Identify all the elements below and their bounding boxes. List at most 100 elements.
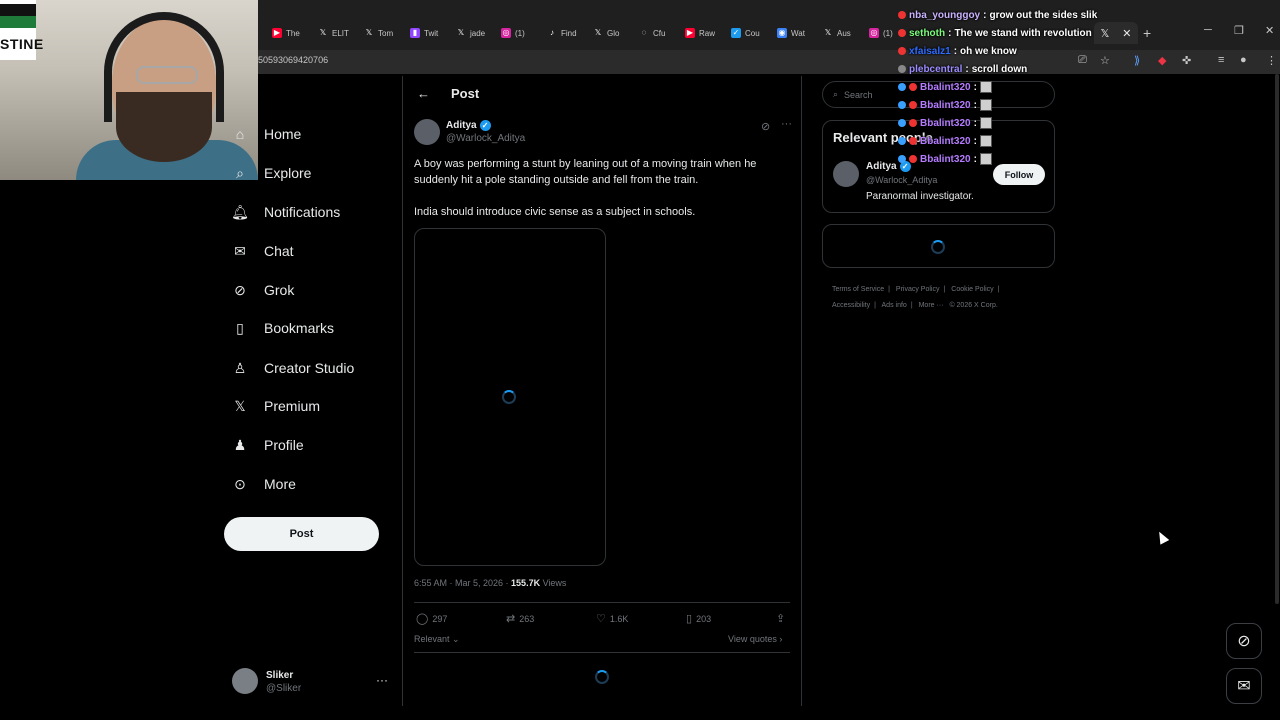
browser-tab[interactable]: ▶ Raw [685, 24, 715, 42]
nav-more[interactable]: ⊙ More [230, 470, 296, 498]
globe-icon: ◌ [641, 28, 647, 37]
badge-icon [898, 47, 906, 55]
browser-tab[interactable]: ◌ Cfu [639, 24, 666, 42]
share-button[interactable]: ⇪ [776, 612, 785, 625]
avatar[interactable] [414, 119, 440, 145]
tweet-author[interactable]: Aditya ✓ [446, 120, 491, 131]
bookmark-button[interactable]: ▯ 203 [686, 612, 711, 625]
nav-explore[interactable]: ⌕ Explore [230, 159, 311, 187]
verified-icon: ✓ [479, 120, 491, 131]
footer-links: Terms of Service | Privacy Policy | Cookie… [832, 286, 1000, 309]
like-button[interactable]: ♡ 1.6K [596, 612, 628, 625]
page-title: Post [451, 86, 480, 101]
grok-floating-button[interactable]: ⊘ [1226, 623, 1262, 659]
home-icon: ⌂ [235, 126, 245, 142]
browser-tab[interactable]: 𝕏 Glo [593, 24, 620, 42]
browser-tab[interactable]: ▮ Twit [410, 24, 438, 42]
twitch-icon: ▮ [410, 28, 420, 38]
bookmark-icon: ▯ [236, 319, 244, 336]
instagram-icon: ◎ [501, 28, 511, 38]
youtube-icon: ▶ [685, 28, 695, 38]
close-tab-icon[interactable]: ✕ [1122, 27, 1131, 40]
chevron-right-icon: › [779, 634, 783, 644]
avatar [232, 668, 258, 694]
footer-link[interactable]: Accessibility [832, 302, 870, 309]
nav-home[interactable]: ⌂ Home [230, 120, 302, 148]
back-arrow-icon[interactable]: ← [417, 86, 430, 101]
puzzle-icon[interactable]: ✜ [1182, 54, 1191, 67]
browser-tab[interactable]: ◎ (1) [869, 24, 893, 42]
footer-link[interactable]: Privacy Policy [896, 286, 940, 293]
media-control-icon[interactable]: ≡ [1218, 54, 1224, 66]
emote-icon [979, 153, 992, 165]
tweet-meta: 6:55 AM · Mar 5, 2026 · 155.7K Views [414, 578, 567, 588]
x-logo-icon: 𝕏 [457, 28, 465, 37]
profile-icon[interactable]: ● [1240, 54, 1247, 66]
window-close-icon[interactable]: ✕ [1265, 24, 1274, 37]
avatar[interactable] [833, 161, 859, 187]
nav-chat[interactable]: ✉ Chat [230, 237, 293, 265]
footer-link[interactable]: Ads info [882, 302, 907, 309]
active-tab[interactable]: 𝕏 ✕ [1094, 22, 1138, 44]
person-handle[interactable]: @Warlock_Aditya [866, 175, 937, 185]
view-quotes-link[interactable]: View quotes › [728, 634, 782, 644]
nav-creator-studio[interactable]: ♙ Creator Studio [230, 354, 355, 382]
extension-icon[interactable]: ⟫ [1134, 54, 1140, 67]
account-name: Sliker [266, 670, 294, 681]
reply-sort-dropdown[interactable]: Relevant ⌄ [414, 634, 460, 645]
messages-floating-button[interactable]: ✉ [1226, 668, 1262, 704]
badge-icon [898, 11, 906, 19]
footer-link[interactable]: Terms of Service [832, 286, 884, 293]
extension-icon[interactable]: ◆ [1158, 54, 1166, 67]
minimize-icon[interactable]: ─ [1204, 24, 1212, 36]
footer-link[interactable]: More ··· [919, 302, 944, 309]
repost-button[interactable]: ⇄ 263 [506, 612, 534, 625]
follow-button[interactable]: Follow [993, 164, 1045, 185]
more-options-icon[interactable]: ··· [376, 673, 388, 687]
browser-tab[interactable]: ✓ Cou [731, 24, 760, 42]
browser-tab[interactable]: 𝕏 Aus [823, 24, 851, 42]
browser-tab[interactable]: 𝕏 ELIT [318, 24, 349, 42]
nav-bookmarks[interactable]: ▯ Bookmarks [230, 314, 334, 342]
nav-notifications[interactable]: 🔔︎ Notifications [230, 198, 340, 226]
footer-link[interactable]: Cookie Policy [951, 286, 993, 293]
nav-profile[interactable]: ♟ Profile [230, 431, 304, 459]
copyright: © 2026 X Corp. [949, 302, 998, 309]
new-tab-icon[interactable]: + [1143, 25, 1151, 41]
nav-grok[interactable]: ⊘ Grok [230, 276, 294, 304]
browser-tab[interactable]: ▶ The [272, 24, 300, 42]
tweet-handle[interactable]: @Warlock_Aditya [446, 133, 525, 144]
browser-menu-icon[interactable]: ⋮ [1266, 54, 1277, 67]
person-icon: ♟ [233, 436, 247, 453]
reply-button[interactable]: ◯ 297 [416, 612, 447, 625]
badge-icon [898, 65, 906, 73]
grok-icon[interactable]: ⊘ [761, 120, 770, 133]
chat-message: Bbalint320: [898, 98, 992, 112]
nav-premium[interactable]: 𝕏 Premium [230, 392, 320, 420]
account-switcher[interactable]: Sliker @Sliker ··· [232, 668, 392, 698]
browser-tab[interactable]: ♪ Find [547, 24, 577, 42]
main-column: ← Post Aditya ✓ @Warlock_Aditya ⊘ ··· A b… [402, 76, 802, 706]
url-text[interactable]: 50593069420706 [258, 55, 328, 65]
star-icon[interactable]: ☆ [1100, 54, 1110, 67]
restore-icon[interactable]: ❐ [1234, 24, 1244, 37]
cast-icon[interactable]: ⎚ [1078, 54, 1087, 67]
browser-tab[interactable]: 𝕏jade [456, 24, 485, 42]
browser-tab[interactable]: ◉ Wat [777, 24, 805, 42]
loading-spinner-icon [931, 240, 945, 254]
emote-icon [979, 99, 992, 111]
grok-icon: ⊘ [1237, 633, 1251, 650]
scrollbar[interactable] [1275, 74, 1279, 604]
badge-icon [898, 119, 906, 127]
post-button[interactable]: Post [224, 517, 379, 551]
grok-icon: ⊘ [234, 281, 246, 298]
tweet-text-paragraph: India should introduce civic sense as a … [414, 206, 696, 218]
loading-spinner-icon [595, 670, 609, 684]
emote-icon [979, 135, 992, 147]
poster-text: STINE [0, 36, 44, 52]
more-options-icon[interactable]: ··· [781, 118, 792, 130]
badge-icon [909, 119, 917, 127]
browser-tab[interactable]: 𝕏 Tom [364, 24, 393, 42]
tweet-video[interactable] [414, 228, 606, 566]
browser-tab[interactable]: ◎ (1) [501, 24, 525, 42]
